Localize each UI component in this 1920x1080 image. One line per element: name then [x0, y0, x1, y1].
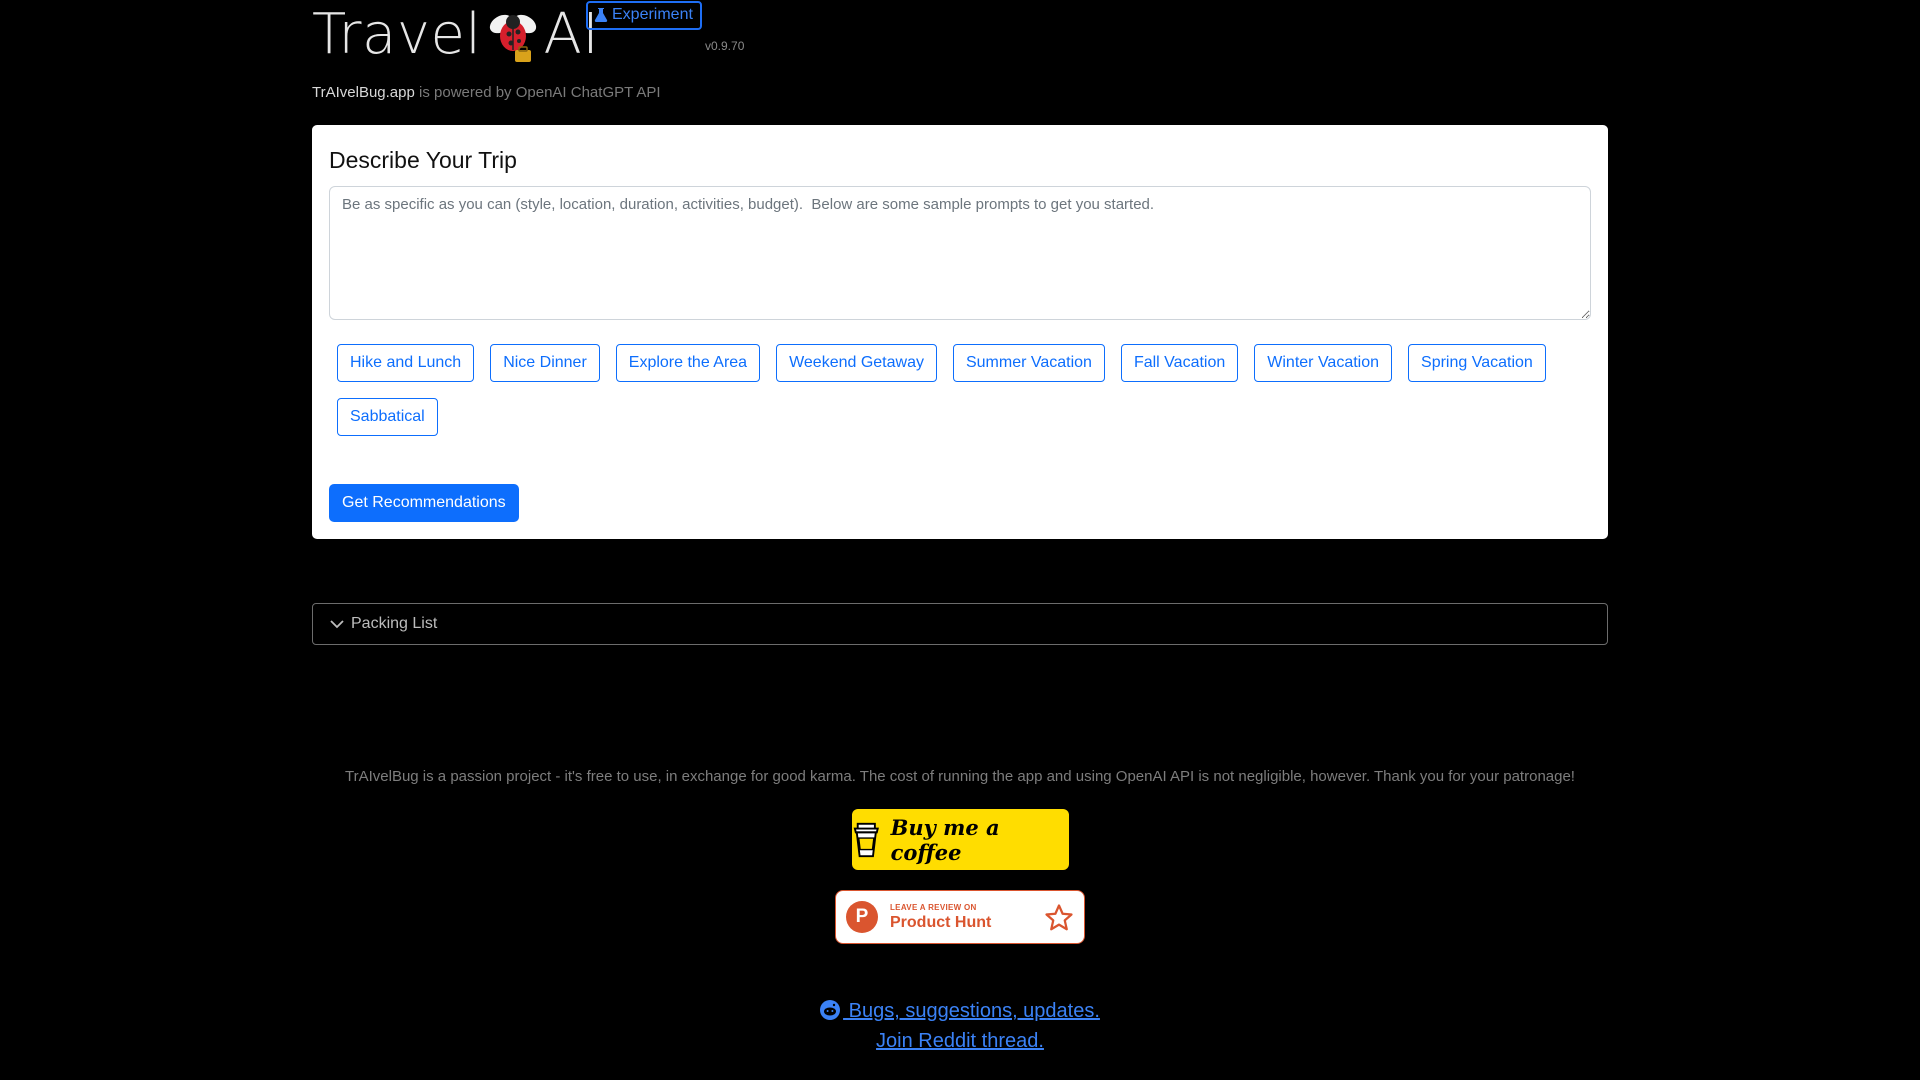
chip-spring-vacation[interactable]: Spring Vacation — [1408, 344, 1546, 382]
ph-small-label: LEAVE A REVIEW ON — [890, 902, 977, 912]
coffee-cup-icon — [853, 822, 879, 857]
brand-title: Travel AI — [312, 2, 599, 67]
powered-text: is powered by OpenAI ChatGPT API — [414, 84, 661, 101]
bugs-suggestions-text: Bugs, suggestions, updates. — [843, 1000, 1100, 1022]
card-title: Describe Your Trip — [329, 147, 517, 173]
passion-project-note: TrAIvelBug is a passion project - it's f… — [345, 768, 1575, 785]
describe-trip-card: Describe Your Trip Hike and Lunch Nice D… — [312, 125, 1608, 539]
chip-weekend-getaway[interactable]: Weekend Getaway — [776, 344, 937, 382]
chip-fall-vacation[interactable]: Fall Vacation — [1120, 344, 1239, 382]
get-recommendations-button[interactable]: Get Recommendations — [329, 484, 519, 522]
brand-travel: Travel — [312, 2, 482, 67]
experiment-badge: Experiment — [586, 1, 702, 30]
coffee-label: Buy me a coffee — [890, 814, 1000, 865]
ph-big-label: Product Hunt — [890, 913, 992, 931]
product-hunt-logo-icon: P — [846, 901, 878, 933]
powered-app-name: TrAIvelBug.app — [312, 84, 415, 101]
chip-hike-and-lunch[interactable]: Hike and Lunch — [337, 344, 475, 382]
chip-summer-vacation[interactable]: Summer Vacation — [952, 344, 1105, 382]
chip-explore-the-area[interactable]: Explore the Area — [615, 344, 761, 382]
version-label: v0.9.70 — [705, 39, 745, 53]
join-reddit-link[interactable]: Join Reddit thread. — [876, 1030, 1044, 1052]
ladybug-logo-icon — [490, 14, 537, 62]
chip-sabbatical[interactable]: Sabbatical — [337, 398, 438, 436]
chip-nice-dinner[interactable]: Nice Dinner — [490, 344, 600, 382]
packing-list-label: Packing List — [351, 615, 438, 632]
buy-me-a-coffee-button[interactable]: Buy me a coffee — [852, 809, 1069, 870]
sample-prompts: Hike and Lunch Nice Dinner Explore the A… — [337, 344, 1597, 436]
bugs-suggestions-link[interactable]: Bugs, suggestions, updates. — [820, 1000, 1100, 1022]
star-icon — [1045, 904, 1073, 931]
powered-by: TrAIvelBug.app is powered by OpenAI Chat… — [312, 84, 661, 101]
footer-links: Bugs, suggestions, updates. Join Reddit … — [0, 996, 1920, 1056]
experiment-label: Experiment — [612, 6, 693, 23]
reddit-icon — [820, 1000, 841, 1020]
packing-list-accordion[interactable]: Packing List — [312, 603, 1608, 645]
product-hunt-review-button[interactable]: P LEAVE A REVIEW ON Product Hunt — [835, 890, 1085, 944]
header: Travel AI Experiment v0.9.70 TrAIvelBug.… — [312, 0, 1312, 120]
chip-winter-vacation[interactable]: Winter Vacation — [1254, 344, 1393, 382]
trip-description-input[interactable] — [329, 186, 1591, 320]
chevron-down-icon — [330, 620, 344, 629]
flask-icon — [594, 8, 608, 22]
